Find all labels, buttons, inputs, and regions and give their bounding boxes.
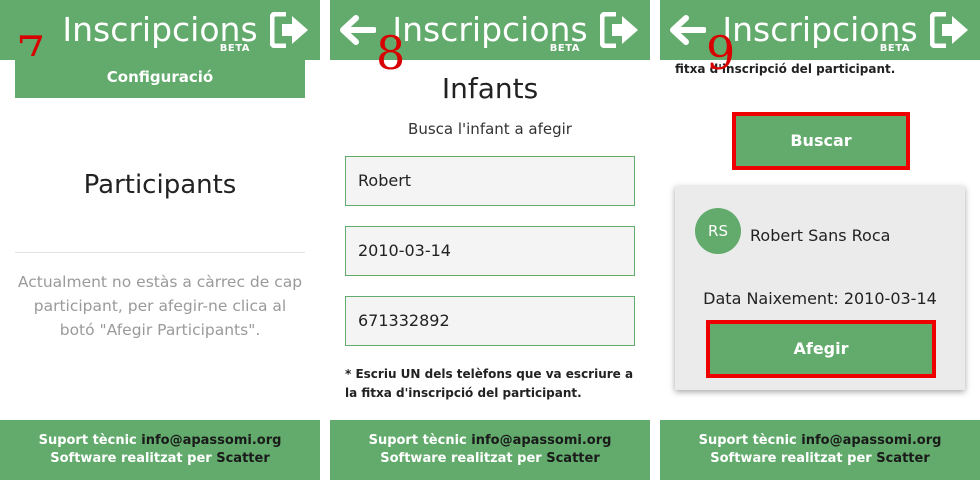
screen-search-child: Inscripcions BETA 8 Infants Busca l'infa…: [330, 0, 650, 480]
highlight-add-button: [706, 320, 936, 378]
screen-participants: Inscripcions BETA 7 Configuració Partici…: [0, 0, 320, 480]
birthdate-input[interactable]: 2010-03-14: [345, 226, 635, 276]
beta-badge: BETA: [549, 43, 580, 54]
app-footer: Suport tècnic info@apassomi.org Software…: [660, 420, 980, 480]
app-header: Inscripcions BETA: [0, 0, 320, 60]
support-label: Suport tècnic: [698, 433, 802, 448]
support-label: Suport tècnic: [368, 433, 472, 448]
name-input[interactable]: Robert: [345, 156, 635, 206]
support-email-link[interactable]: info@apassomi.org: [801, 433, 941, 448]
form-title: Infants: [441, 72, 539, 105]
logout-arrow-icon[interactable]: [600, 12, 640, 48]
credits-label: Software realitzat per: [50, 451, 217, 466]
app-footer: Suport tècnic info@apassomi.org Software…: [0, 420, 320, 480]
beta-badge: BETA: [219, 43, 250, 54]
form-subtitle: Busca l'infant a afegir: [408, 120, 572, 138]
avatar: RS: [695, 208, 741, 254]
divider: [15, 252, 305, 253]
phone-note: * Escriu UN dels telèfons que va escriur…: [345, 367, 634, 400]
support-email-link[interactable]: info@apassomi.org: [471, 433, 611, 448]
logout-arrow-icon[interactable]: [930, 12, 970, 48]
company-link[interactable]: Scatter: [216, 451, 270, 466]
configuration-button[interactable]: Configuració: [15, 56, 305, 98]
logout-arrow-icon[interactable]: [270, 12, 310, 48]
credits-label: Software realitzat per: [710, 451, 877, 466]
empty-participants-message: Actualment no estàs a càrrec de cap part…: [17, 273, 303, 339]
step-marker: 8: [376, 26, 406, 80]
screen-search-result: fitxa d'inscripció del participant. Insc…: [660, 0, 980, 480]
participants-heading: Participants: [83, 170, 237, 200]
beta-badge: BETA: [879, 43, 910, 54]
step-marker: 9: [706, 26, 736, 80]
phone-input[interactable]: 671332892: [345, 296, 635, 346]
support-email-link[interactable]: info@apassomi.org: [141, 433, 281, 448]
highlight-search-button: [732, 112, 910, 170]
company-link[interactable]: Scatter: [876, 451, 930, 466]
company-link[interactable]: Scatter: [546, 451, 600, 466]
result-name: Robert Sans Roca: [750, 226, 891, 245]
app-footer: Suport tècnic info@apassomi.org Software…: [330, 420, 650, 480]
result-birthdate: Data Naixement: 2010-03-14: [703, 289, 937, 308]
support-label: Suport tècnic: [38, 433, 142, 448]
credits-label: Software realitzat per: [380, 451, 547, 466]
